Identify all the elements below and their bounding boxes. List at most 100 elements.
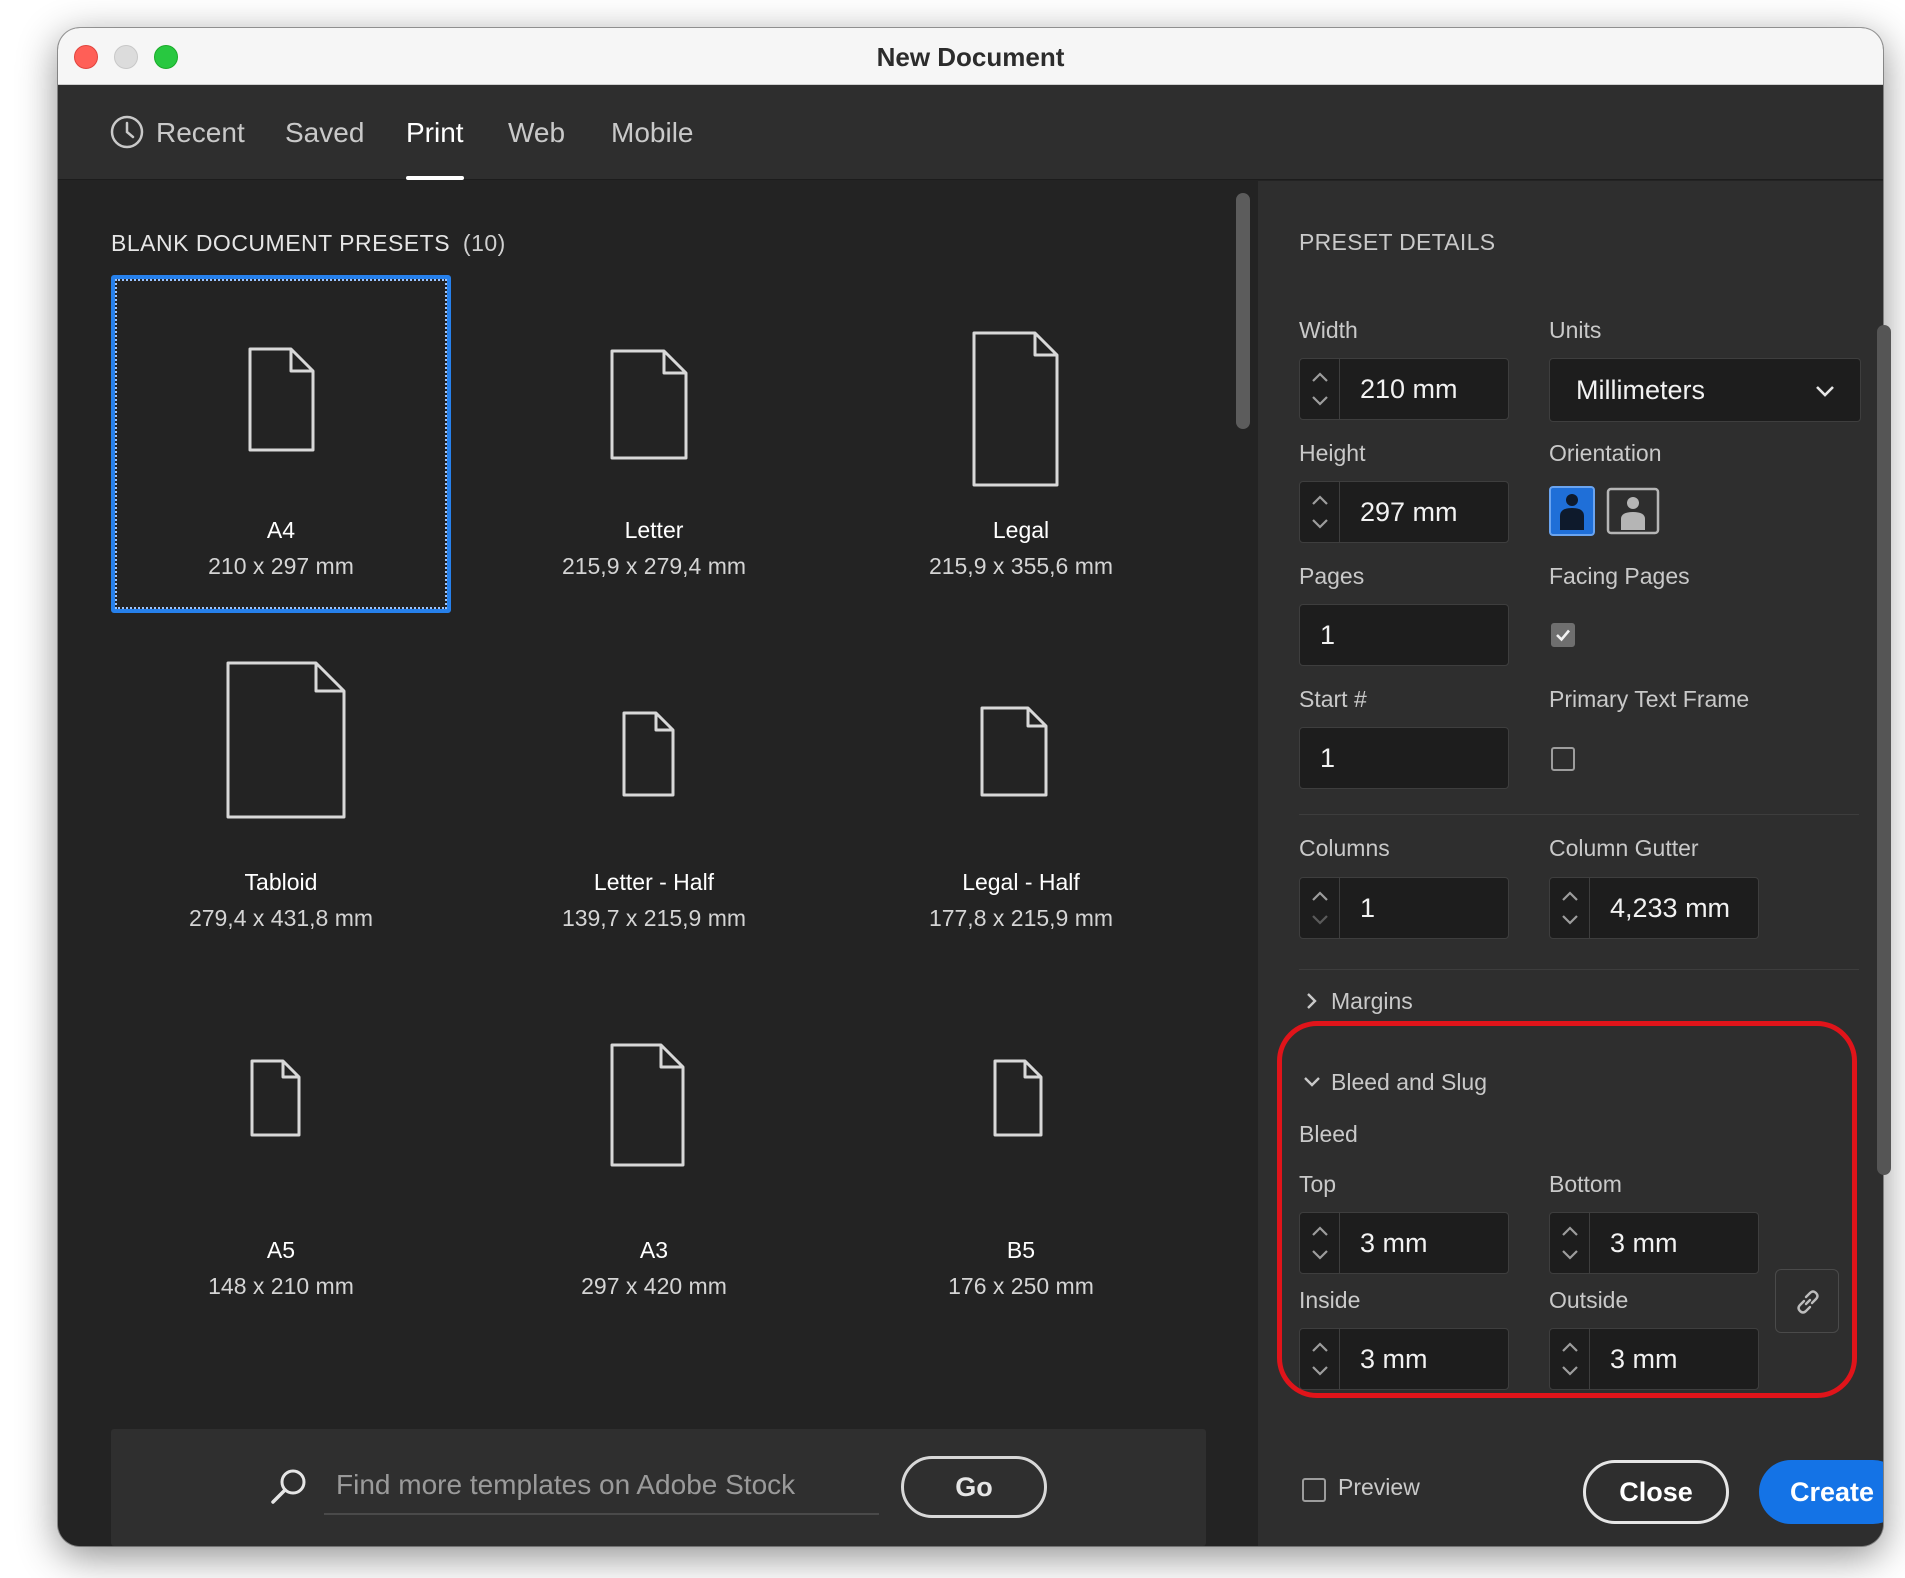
- chevron-up-icon[interactable]: [1311, 371, 1329, 383]
- facing-pages-checkbox[interactable]: [1551, 623, 1575, 647]
- tab-print[interactable]: Print: [406, 85, 464, 180]
- preset-legal-half[interactable]: Legal - Half 177,8 x 215,9 mm: [851, 627, 1191, 965]
- presets-scrollbar[interactable]: [1236, 193, 1250, 429]
- presets-title: BLANK DOCUMENT PRESETS: [111, 230, 451, 256]
- width-label: Width: [1299, 317, 1358, 343]
- tab-mobile[interactable]: Mobile: [611, 85, 693, 180]
- bleed-slug-disclosure[interactable]: Bleed and Slug: [1303, 1069, 1487, 1096]
- preset-a5[interactable]: A5 148 x 210 mm: [111, 995, 451, 1333]
- preset-name: Letter - Half: [593, 869, 715, 895]
- preview-label: Preview: [1338, 1474, 1420, 1500]
- preset-legal[interactable]: Legal 215,9 x 355,6 mm: [851, 275, 1191, 613]
- chevron-down-icon[interactable]: [1311, 395, 1329, 407]
- preset-name: B5: [1006, 1237, 1036, 1263]
- checkmark-icon: [1556, 629, 1570, 642]
- pages-value: 1: [1320, 620, 1336, 650]
- bleed-top-stepper[interactable]: [1300, 1213, 1340, 1273]
- chevron-up-icon[interactable]: [1311, 494, 1329, 506]
- search-icon: [271, 1469, 306, 1504]
- bleed-top-value: 3 mm: [1360, 1228, 1428, 1258]
- landscape-orientation-button[interactable]: [1606, 486, 1660, 536]
- column-gutter-field[interactable]: 4,233 mm: [1549, 877, 1759, 939]
- chevron-down-icon[interactable]: [1561, 914, 1579, 926]
- column-gutter-stepper[interactable]: [1550, 878, 1590, 938]
- preview-checkbox[interactable]: [1302, 1478, 1326, 1502]
- document-icon: [980, 706, 1048, 797]
- document-icon: [248, 347, 315, 452]
- chevron-up-icon[interactable]: [1561, 1341, 1579, 1353]
- chevron-up-icon[interactable]: [1311, 1225, 1329, 1237]
- chevron-right-icon: [1307, 993, 1317, 1009]
- preset-tabloid[interactable]: Tabloid 279,4 x 431,8 mm: [111, 627, 451, 965]
- stock-search-input[interactable]: [324, 1457, 879, 1515]
- chevron-down-icon[interactable]: [1311, 1249, 1329, 1261]
- preset-name: A3: [639, 1237, 669, 1263]
- columns-label: Columns: [1299, 835, 1390, 861]
- close-button[interactable]: Close: [1583, 1460, 1729, 1524]
- tab-web[interactable]: Web: [508, 85, 565, 180]
- height-stepper[interactable]: [1300, 482, 1340, 542]
- bleed-top-field[interactable]: 3 mm: [1299, 1212, 1509, 1274]
- tab-print-label: Print: [406, 117, 464, 148]
- preset-b5[interactable]: B5 176 x 250 mm: [851, 995, 1191, 1333]
- bleed-bottom-stepper[interactable]: [1550, 1213, 1590, 1273]
- preset-letter[interactable]: Letter 215,9 x 279,4 mm: [484, 275, 824, 613]
- primary-text-frame-checkbox[interactable]: [1551, 747, 1575, 771]
- preset-name: A5: [266, 1237, 296, 1263]
- columns-field[interactable]: 1: [1299, 877, 1509, 939]
- chevron-up-icon[interactable]: [1311, 1341, 1329, 1353]
- preset-name: Tabloid: [244, 869, 318, 895]
- details-scrollbar[interactable]: [1877, 325, 1891, 1175]
- chevron-up-icon[interactable]: [1311, 890, 1329, 902]
- pages-field[interactable]: 1: [1299, 604, 1509, 666]
- tab-recent[interactable]: Recent: [110, 85, 245, 180]
- chevron-up-icon[interactable]: [1561, 1225, 1579, 1237]
- start-page-field[interactable]: 1: [1299, 727, 1509, 789]
- bleed-outside-field[interactable]: 3 mm: [1549, 1328, 1759, 1390]
- tab-saved[interactable]: Saved: [285, 85, 364, 180]
- bleed-inside-field[interactable]: 3 mm: [1299, 1328, 1509, 1390]
- chevron-down-icon[interactable]: [1311, 518, 1329, 530]
- height-label: Height: [1299, 440, 1366, 466]
- window-title: New Document: [876, 42, 1065, 72]
- bleed-bottom-field[interactable]: 3 mm: [1549, 1212, 1759, 1274]
- link-bleed-values-button[interactable]: [1775, 1269, 1839, 1333]
- preset-name: Legal: [992, 517, 1050, 543]
- bleed-inside-value: 3 mm: [1360, 1344, 1428, 1374]
- preset-size: 215,9 x 355,6 mm: [928, 553, 1114, 579]
- facing-pages-label: Facing Pages: [1549, 563, 1690, 589]
- units-label: Units: [1549, 317, 1602, 343]
- preset-letter-half[interactable]: Letter - Half 139,7 x 215,9 mm: [484, 627, 824, 965]
- height-field[interactable]: 297 mm: [1299, 481, 1509, 543]
- bleed-outside-label: Outside: [1549, 1287, 1629, 1313]
- document-icon: [972, 331, 1059, 487]
- margins-disclosure[interactable]: Margins: [1303, 988, 1413, 1015]
- tab-saved-label: Saved: [285, 117, 365, 148]
- document-icon: [610, 1043, 685, 1167]
- divider: [1299, 969, 1859, 970]
- preset-size: 176 x 250 mm: [948, 1273, 1094, 1299]
- units-select[interactable]: Millimeters: [1549, 358, 1861, 422]
- preset-a4[interactable]: A4 210 x 297 mm: [111, 275, 451, 613]
- width-field[interactable]: 210 mm: [1299, 358, 1509, 420]
- chevron-down-icon[interactable]: [1311, 914, 1329, 926]
- presets-pane: BLANK DOCUMENT PRESETS (10) A4 210 x 297…: [58, 181, 1258, 1546]
- go-button[interactable]: Go: [901, 1456, 1047, 1518]
- document-icon: [622, 711, 675, 797]
- preset-size: 210 x 297 mm: [208, 553, 354, 579]
- document-icon: [993, 1059, 1043, 1137]
- bleed-outside-stepper[interactable]: [1550, 1329, 1590, 1389]
- chevron-down-icon[interactable]: [1561, 1365, 1579, 1377]
- chevron-down-icon[interactable]: [1561, 1249, 1579, 1261]
- portrait-orientation-button[interactable]: [1549, 486, 1595, 536]
- columns-stepper[interactable]: [1300, 878, 1340, 938]
- preset-a3[interactable]: A3 297 x 420 mm: [484, 995, 824, 1333]
- create-button[interactable]: Create: [1759, 1460, 1883, 1524]
- width-stepper[interactable]: [1300, 359, 1340, 419]
- chevron-up-icon[interactable]: [1561, 890, 1579, 902]
- preset-size: 139,7 x 215,9 mm: [561, 905, 747, 931]
- preset-name: Legal - Half: [962, 869, 1080, 895]
- chevron-down-icon[interactable]: [1311, 1365, 1329, 1377]
- bleed-inside-stepper[interactable]: [1300, 1329, 1340, 1389]
- stock-search-bar: Go: [111, 1429, 1206, 1546]
